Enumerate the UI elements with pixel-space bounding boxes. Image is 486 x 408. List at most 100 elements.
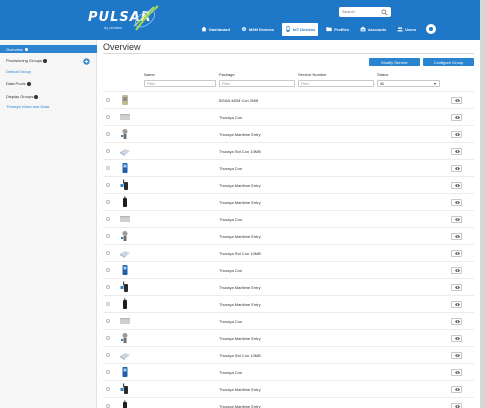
view-row-button[interactable] [451,334,462,342]
table-row[interactable]: Thuraya Con [103,159,474,176]
row-select-radio[interactable] [106,251,110,255]
row-select-radio[interactable] [106,353,110,357]
column-header-service-number[interactable]: Service Number [298,72,327,77]
view-row-button[interactable] [451,130,462,138]
view-row-button[interactable] [451,249,462,257]
sidebar-item-overview[interactable]: Overview [0,45,97,53]
sidebar-item-thuraya-voice-data[interactable]: Thuraya Voice and Data [6,104,49,109]
table-row[interactable]: Thuraya Std Con 10MB [103,244,474,261]
view-row-button[interactable] [451,351,462,359]
add-group-icon[interactable] [83,58,90,65]
top-header: PULSAR by pinatek Search Dashboard M2M D… [0,0,480,40]
service-number-filter-input[interactable]: Filter [298,80,374,87]
view-row-button[interactable] [451,402,462,408]
page-scrollbar[interactable] [480,0,486,408]
row-select-radio[interactable] [106,183,110,187]
view-row-button[interactable] [451,215,462,223]
help-icon[interactable] [43,58,48,63]
table-row[interactable]: Thuraya Std Con 10MB [103,142,474,159]
nav-accounts[interactable]: Accounts [357,23,389,36]
device-thumbnail-icon [120,318,130,324]
table-row[interactable]: Thuraya Maritime Entry [103,227,474,244]
row-select-radio[interactable] [106,319,110,323]
column-header-name[interactable]: Name [144,72,155,77]
table-row[interactable]: Thuraya Maritime Entry [103,125,474,142]
nav-profiles[interactable]: Profiles [323,23,352,36]
device-thumbnail-icon [120,149,130,156]
table-row[interactable]: Thuraya Maritime Entry [103,176,474,193]
user-avatar[interactable] [426,24,437,34]
nav-users[interactable]: Users [394,23,419,36]
search-box[interactable]: Search [339,7,391,17]
nav-m2m-devices[interactable]: M2M Devices [238,23,277,36]
view-row-button[interactable] [451,181,462,189]
view-row-button[interactable] [451,164,462,172]
row-select-radio[interactable] [106,217,110,221]
table-row[interactable]: Thuraya Con [103,261,474,278]
sidebar-item-default-group[interactable]: Default Group [6,69,31,74]
row-select-radio[interactable] [106,302,110,306]
row-select-radio[interactable] [106,166,110,170]
folder-icon [326,27,332,32]
view-row-button[interactable] [451,113,462,121]
search-icon[interactable] [381,8,388,16]
row-select-radio[interactable] [106,98,110,102]
row-select-radio[interactable] [106,149,110,153]
help-icon[interactable] [34,94,39,99]
eye-icon [454,303,460,306]
column-header-status[interactable]: Status [377,72,388,77]
logo-subtitle: by pinatek [104,25,123,30]
help-icon[interactable] [26,81,31,86]
eye-icon [454,286,460,289]
view-row-button[interactable] [451,232,462,240]
table-row[interactable]: Thuraya Con [103,312,474,329]
table-row[interactable]: Thuraya Std Con 10MB [103,346,474,363]
phone-icon [286,26,290,32]
table-row[interactable]: BGAN M2M Con 2MB [103,91,474,108]
nav-iot-devices[interactable]: IoT Devices [282,22,319,36]
view-row-button[interactable] [451,266,462,274]
view-row-button[interactable] [451,96,462,104]
row-package: Thuraya Maritime Entry [219,285,261,290]
column-header-package[interactable]: Package [219,72,235,77]
table-row[interactable]: Thuraya Con [103,210,474,227]
table-row[interactable]: Thuraya Maritime Entry [103,193,474,210]
package-filter-input[interactable]: Filter [219,80,295,87]
table-row[interactable]: Thuraya Maritime Entry [103,295,474,312]
row-select-radio[interactable] [106,200,110,204]
modify-service-button[interactable]: Modify Service [369,58,420,66]
view-row-button[interactable] [451,300,462,308]
table-row[interactable]: Thuraya Maritime Entry [103,329,474,346]
table-row[interactable]: Thuraya Con [103,363,474,380]
row-select-radio[interactable] [106,268,110,272]
sidebar-overview-label: Overview [6,47,23,52]
table-row[interactable]: Thuraya Maritime Entry [103,380,474,397]
table-row[interactable]: Thuraya Maritime Entry [103,397,474,408]
view-row-button[interactable] [451,283,462,291]
view-row-button[interactable] [451,198,462,206]
row-select-radio[interactable] [106,404,110,408]
pulsar-logo[interactable]: PULSAR by pinatek [88,5,159,34]
row-select-radio[interactable] [106,234,110,238]
row-select-radio[interactable] [106,336,110,340]
table-row[interactable]: Thuraya Con [103,108,474,125]
configure-group-button[interactable]: Configure Group [423,58,474,66]
nav-dashboard-label: Dashboard [209,26,230,32]
view-row-button[interactable] [451,368,462,376]
table-row[interactable]: Thuraya Maritime Entry [103,278,474,295]
row-select-radio[interactable] [106,132,110,136]
row-select-radio[interactable] [106,115,110,119]
eye-icon [454,235,460,238]
status-filter-select[interactable]: All [377,80,440,87]
name-filter-input[interactable]: Filter [144,80,216,87]
search-input[interactable]: Search [342,9,355,14]
row-select-radio[interactable] [106,387,110,391]
row-select-radio[interactable] [106,370,110,374]
view-row-button[interactable] [451,147,462,155]
logo-swoosh-icon [133,5,159,31]
nav-dashboard[interactable]: Dashboard [198,23,233,36]
nav-m2m-label: M2M Devices [248,26,275,32]
view-row-button[interactable] [451,385,462,393]
row-select-radio[interactable] [106,285,110,289]
view-row-button[interactable] [451,317,462,325]
